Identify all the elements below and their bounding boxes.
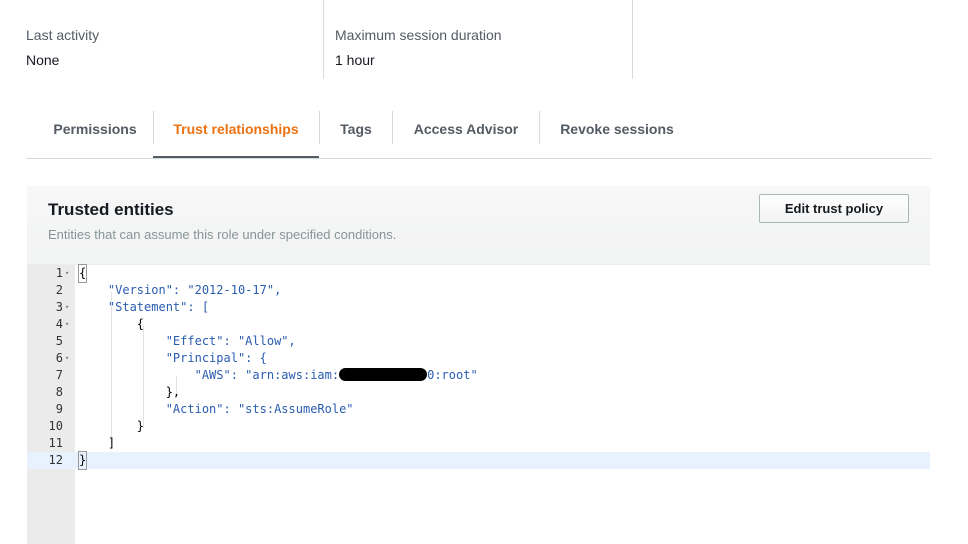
line-number: 2 [55,283,63,297]
role-tabs: Permissions Trust relationships Tags Acc… [26,111,932,159]
code-line: 5 "Effect": "Allow", [27,333,930,350]
code-line: 9 "Action": "sts:AssumeRole" [27,401,930,418]
code-text: "Principal": { [79,351,267,365]
code-text: } [77,451,88,470]
line-number: 3 [55,300,63,314]
code-line: 11 ] [27,435,930,452]
redaction-mark [339,368,428,381]
code-text: "Effect": "Allow", [79,334,296,348]
fold-arrow-icon[interactable]: ▾ [65,316,69,333]
code-text: } [79,419,145,433]
panel-title: Trusted entities [48,200,174,219]
trusted-entities-panel: Trusted entities Entities that can assum… [27,186,930,544]
panel-header: Trusted entities Entities that can assum… [27,186,930,265]
code-line: 2 "Version": "2012-10-17", [27,282,930,299]
tab-trust-relationships[interactable]: Trust relationships [153,111,319,158]
code-text: { [79,317,145,331]
line-number: 10 [48,419,63,433]
fold-arrow-icon[interactable]: ▾ [65,350,69,367]
edit-trust-policy-button[interactable]: Edit trust policy [759,194,909,223]
tab-revoke-sessions[interactable]: Revoke sessions [539,111,695,157]
trust-policy-editor[interactable]: 1 ▾ { 2 "Version": "2012-10-17", 3 ▾ "St… [27,264,930,544]
line-number: 8 [55,385,63,399]
code-line: 1 ▾ { [27,264,930,283]
panel-description: Entities that can assume this role under… [48,227,397,242]
tab-tags[interactable]: Tags [319,111,393,157]
max-session-label: Maximum session duration [335,27,502,43]
code-text: "AWS": "arn:aws:iam: 0:root" [79,367,478,384]
line-number: 5 [55,334,63,348]
code-text: "Action": "sts:AssumeRole" [79,402,354,416]
tab-permissions[interactable]: Permissions [36,111,154,157]
code-text: "Statement": [ [79,300,210,314]
max-session-value: 1 hour [335,52,375,68]
code-line-active: 12 } [27,451,930,470]
line-number: 7 [55,368,63,382]
line-number: 11 [48,436,63,450]
code-text: "Version": "2012-10-17", [79,283,282,297]
line-number: 6 [55,351,63,365]
code-text-suffix: 0:root" [427,368,478,382]
last-activity-label: Last activity [26,27,100,43]
summary-divider [632,0,633,79]
tab-access-advisor[interactable]: Access Advisor [392,111,540,157]
code-line: 4 ▾ { [27,316,930,333]
code-line: 10 } [27,418,930,435]
line-number: 4 [55,317,63,331]
summary-divider [323,0,324,79]
line-number: 12 [48,453,63,467]
code-line: 6 ▾ "Principal": { [27,350,930,367]
last-activity-value: None [26,52,60,68]
fold-arrow-icon[interactable]: ▾ [65,299,69,316]
line-number: 9 [55,402,63,416]
role-summary: Last activity None Maximum session durat… [0,0,968,80]
code-line: 3 ▾ "Statement": [ [27,299,930,316]
code-text-prefix: "AWS": "arn:aws:iam: [79,368,340,382]
code-text: ] [79,436,116,450]
line-number: 1 [55,266,63,280]
code-line: 7 "AWS": "arn:aws:iam: 0:root" [27,367,930,384]
code-line: 8 }, [27,384,930,401]
code-text: { [77,264,88,283]
code-text: }, [79,385,181,399]
fold-arrow-icon[interactable]: ▾ [65,265,69,282]
